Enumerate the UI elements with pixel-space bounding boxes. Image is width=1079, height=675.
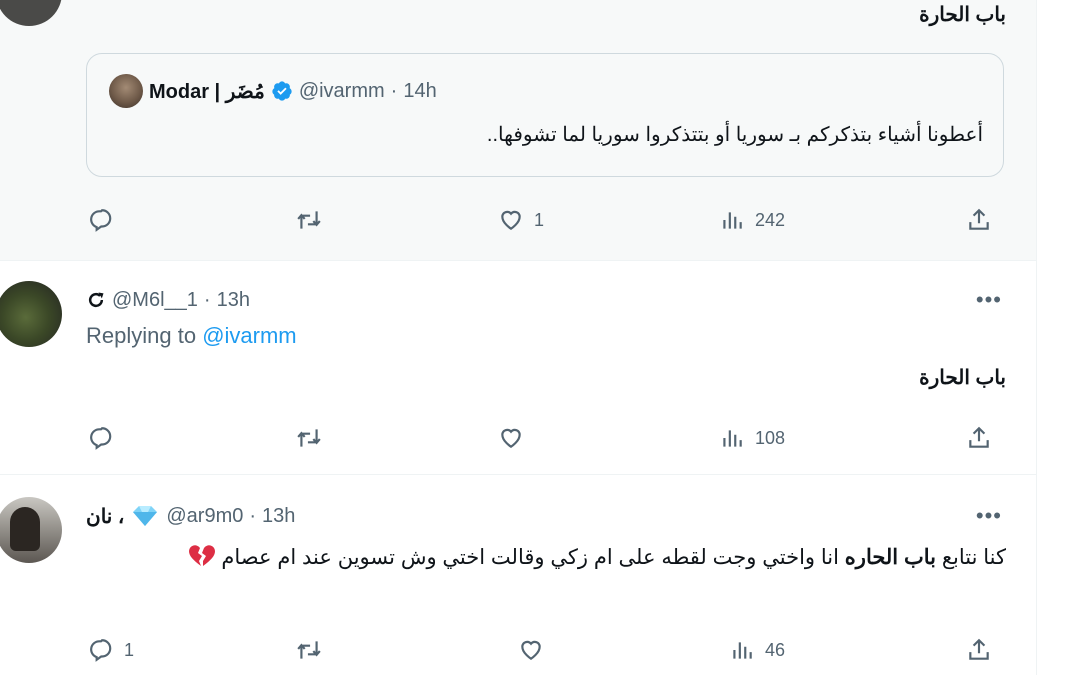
share-button[interactable] <box>966 630 992 670</box>
share-button[interactable] <box>966 418 992 458</box>
reply-button[interactable] <box>88 418 124 458</box>
separator: · <box>390 79 398 102</box>
tweet-text: باب الحارة <box>919 4 1006 26</box>
reply-icon <box>90 427 112 450</box>
timeline-feed: باب الحارة Modar | مُضَر @ivarmm · 14h أ… <box>0 0 1036 675</box>
action-bar: 108 <box>86 418 1006 458</box>
reply-count: 1 <box>124 639 135 660</box>
views-icon <box>723 212 742 229</box>
avatar[interactable] <box>0 281 62 347</box>
retweet-button[interactable] <box>296 418 332 458</box>
more-options-icon[interactable]: ••• <box>976 287 1002 313</box>
refresh-icon <box>88 292 104 308</box>
heart-icon <box>501 428 521 448</box>
like-button[interactable] <box>518 630 554 670</box>
action-bar: 1 46 <box>86 630 1006 670</box>
reply-icon <box>90 639 112 662</box>
views-button[interactable]: 46 <box>729 630 785 670</box>
like-button[interactable] <box>498 418 534 458</box>
view-count: 46 <box>765 639 786 660</box>
avatar[interactable] <box>109 74 143 108</box>
timestamp[interactable]: 13h <box>262 505 295 528</box>
reply-button[interactable] <box>88 200 124 240</box>
views-button[interactable]: 242 <box>719 200 785 240</box>
tweet-reply[interactable]: نان ، @ar9m0 · 13h ••• كنا نتابع باب الح… <box>0 475 1036 675</box>
handle[interactable]: @ar9m0 <box>166 505 243 528</box>
share-icon <box>969 426 989 448</box>
tweet-quote-reply[interactable]: باب الحارة Modar | مُضَر @ivarmm · 14h أ… <box>0 0 1036 261</box>
replying-handle-link[interactable]: @ivarmm <box>202 323 296 348</box>
handle[interactable]: @ivarmm <box>299 80 385 103</box>
heart-icon <box>501 210 521 230</box>
separator: · <box>203 288 211 311</box>
reply-icon <box>90 209 112 232</box>
quoted-tweet-text: أعطونا أشياء بتذكركم بـ سوريا أو بتتذكرو… <box>486 124 983 146</box>
quoted-tweet[interactable]: Modar | مُضَر @ivarmm · 14h أعطونا أشياء… <box>86 53 1004 177</box>
tweet-text: باب الحارة <box>919 367 1006 389</box>
view-count: 108 <box>755 427 786 448</box>
retweet-button[interactable] <box>296 200 332 240</box>
action-bar: 1 242 <box>86 200 1006 240</box>
retweet-icon <box>297 641 321 659</box>
retweet-button[interactable] <box>296 630 332 670</box>
more-options-icon[interactable]: ••• <box>976 503 1002 529</box>
tweet-text: كنا نتابع باب الحاره انا واختي وجت لقطه … <box>101 541 1006 575</box>
view-count: 242 <box>755 209 786 230</box>
timestamp[interactable]: 14h <box>403 80 436 103</box>
handle[interactable]: @M6l__1 <box>112 289 198 312</box>
like-button[interactable]: 1 <box>498 200 544 240</box>
quoted-tweet-header: Modar | مُضَر @ivarmm · 14h <box>109 74 437 108</box>
heart-icon <box>521 640 541 660</box>
display-name[interactable]: Modar | مُضَر <box>149 79 265 104</box>
share-icon <box>969 208 989 230</box>
broken-heart-emoji-icon <box>188 545 215 566</box>
reply-button[interactable]: 1 <box>88 630 134 670</box>
display-name[interactable]: نان ، <box>86 504 124 529</box>
tweet-reply[interactable]: @M6l__1 · 13h ••• Replying to @ivarmm با… <box>0 261 1036 475</box>
tweet-header: @M6l__1 · 13h <box>86 285 250 315</box>
retweet-icon <box>297 429 321 447</box>
separator: · <box>249 504 257 527</box>
replying-to: Replying to @ivarmm <box>86 323 297 348</box>
like-count: 1 <box>534 209 545 230</box>
bold-mention: باب الحاره <box>844 546 936 569</box>
avatar[interactable] <box>0 497 62 563</box>
timestamp[interactable]: 13h <box>217 289 250 312</box>
views-icon <box>733 642 752 659</box>
share-icon <box>969 638 989 660</box>
tweet-header: نان ، @ar9m0 · 13h <box>86 501 295 531</box>
share-button[interactable] <box>966 200 992 240</box>
retweet-icon <box>297 211 321 229</box>
views-button[interactable]: 108 <box>719 418 785 458</box>
diamond-emoji-icon <box>133 506 158 526</box>
right-sidebar <box>1036 0 1079 675</box>
views-icon <box>723 430 742 447</box>
verified-badge-icon <box>272 81 292 101</box>
avatar[interactable] <box>0 0 62 26</box>
